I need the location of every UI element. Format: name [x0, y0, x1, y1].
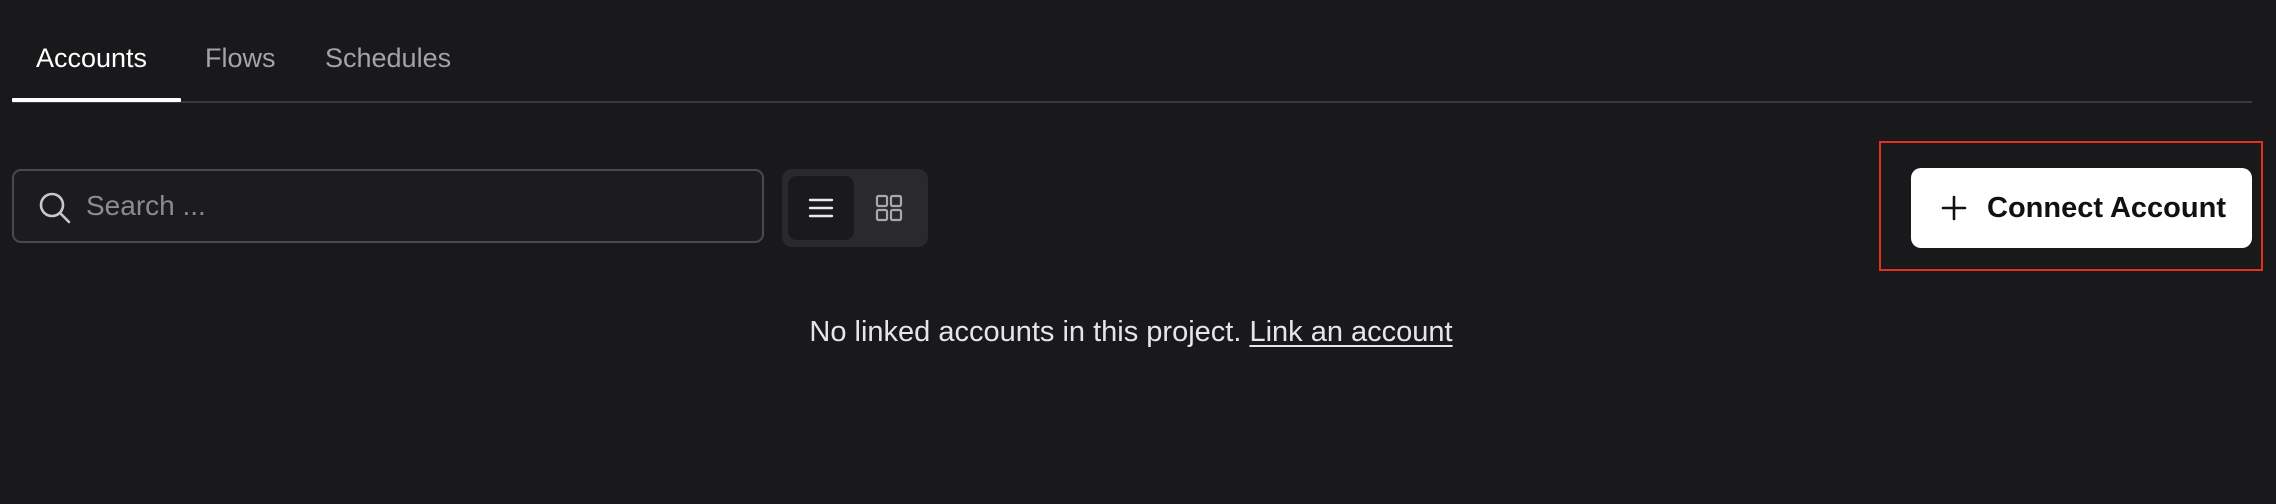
active-tab-indicator — [12, 98, 181, 102]
empty-state-message: No linked accounts in this project. — [809, 316, 1242, 348]
grid-view-button[interactable] — [856, 176, 922, 240]
accounts-page: Accounts Flows Schedules Search ... Conn… — [0, 0, 2276, 504]
tab-bar: Accounts Flows Schedules — [12, 0, 2252, 103]
list-icon — [808, 198, 834, 218]
tab-accounts[interactable]: Accounts — [36, 42, 147, 74]
search-input[interactable] — [86, 171, 746, 241]
link-account-link[interactable]: Link an account — [1249, 316, 1452, 348]
plus-icon — [1941, 195, 1967, 221]
list-view-button[interactable] — [788, 176, 854, 240]
tab-flows[interactable]: Flows — [205, 42, 276, 74]
search-box — [12, 169, 764, 243]
connect-account-button[interactable]: Connect Account — [1911, 168, 2252, 248]
tab-schedules[interactable]: Schedules — [325, 42, 451, 74]
empty-state: No linked accounts in this project. Link… — [0, 314, 2262, 350]
grid-icon — [875, 194, 903, 222]
search-icon — [38, 191, 72, 225]
connect-account-label: Connect Account — [1987, 192, 2226, 224]
view-toggle — [782, 169, 928, 247]
